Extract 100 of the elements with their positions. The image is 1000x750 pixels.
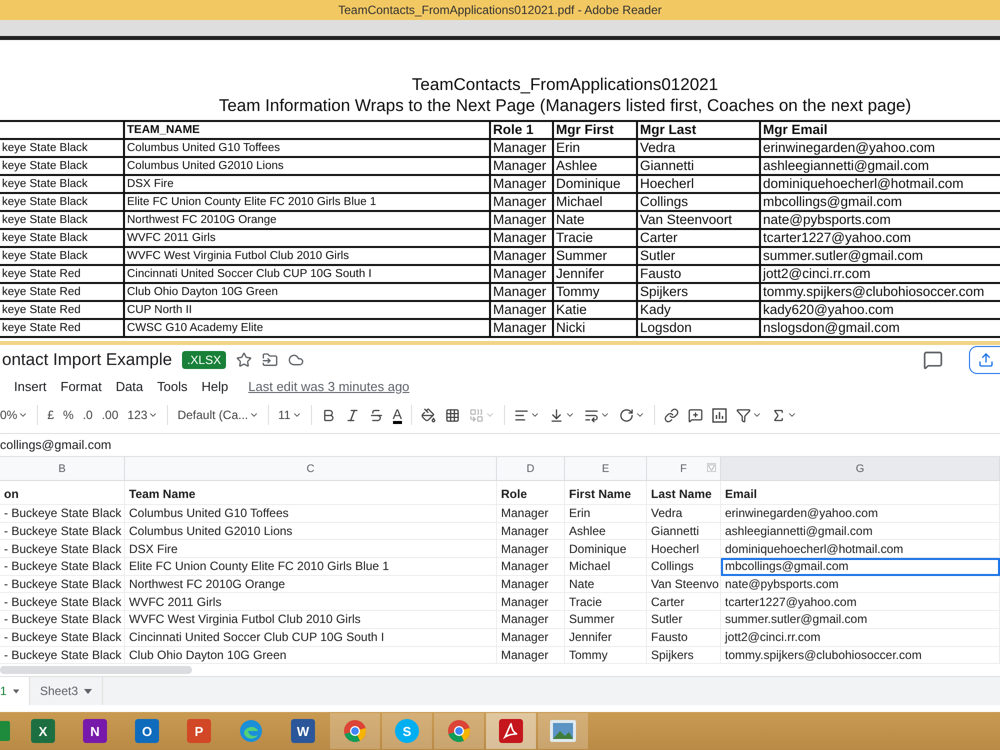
table-cell: tcarter1227@yahoo.com [721,593,1000,612]
table-cell: Van Steenvo [647,576,721,594]
toolbar-button[interactable]: 123 [127,408,158,422]
cloud-icon[interactable] [288,352,304,368]
table-cell: Spijkers [637,283,760,301]
table-cell: Vedra [637,139,760,157]
table-cell: dominiquehoecherl@hotmail.com [760,175,1000,193]
table-cell: CWSC G10 Academy Elite [124,319,490,337]
table-cell: Elite FC Union County Elite FC 2010 Girls Blue 1 [124,193,490,211]
header-cell: Last Name [647,481,721,505]
table-cell: Tommy [565,646,647,664]
paint-bucket-icon[interactable] [420,408,436,422]
table-cell: Manager [497,576,565,594]
photos-taskbar-icon[interactable] [538,713,588,749]
table-cell: Carter [647,593,721,612]
menu-item[interactable]: Help [202,378,228,394]
column-letter[interactable]: C [125,457,497,481]
chart-icon[interactable] [712,408,727,422]
text-color-button[interactable]: A [392,406,402,424]
table-cell: - Buckeye State Black [0,522,125,540]
last-edit-link[interactable]: Last edit was 3 minutes ago [248,378,410,394]
toolbar-button[interactable]: .00 [102,408,118,422]
table-cell: jott2@cinci.rr.com [760,265,1000,283]
table-cell: WVFC West Virginia Futbol Club 2010 Girls [124,247,490,265]
table-cell: - Buckeye State Black [0,593,125,612]
toolbar-dropdown[interactable] [736,408,762,422]
toolbar-button[interactable]: .0 [82,408,93,422]
table-cell: Cincinnati United Soccer Club CUP 10G South I [125,628,497,646]
toolbar-button[interactable]: Default (Ca... [177,408,260,422]
toolbar-dropdown[interactable] [584,408,610,422]
scrollbar-thumb[interactable] [0,666,192,674]
table-cell: Michael [565,558,647,576]
sheet-tab[interactable]: Sheet3 [30,677,104,706]
column-letter[interactable]: B [0,457,125,481]
table-cell: keye State Red [0,301,124,319]
table-cell: Manager [490,247,553,265]
menu-item[interactable]: Insert [14,378,47,394]
toolbar-dropdown[interactable] [514,408,540,422]
table-cell: kady620@yahoo.com [760,301,1000,319]
table-cell: Elite FC Union County Elite FC 2010 Girls Blue 1 [125,558,497,576]
table-cell: Manager [490,157,553,175]
link-icon[interactable] [664,408,679,422]
table-cell: Erin [553,139,637,157]
header-cell: Role [497,481,565,505]
table-cell: WVFC West Virginia Futbol Club 2010 Girls [125,611,497,629]
table-cell: Columbus United G10 Toffees [125,505,497,523]
borders-icon[interactable] [444,408,460,422]
table-cell: summer.sutler@gmail.com [721,611,1000,629]
table-cell: Carter [637,229,760,247]
table-cell: Nate [553,211,637,229]
table-cell: Ashlee [553,157,637,175]
table-cell: Katie [553,301,637,319]
toolbar-button[interactable]: % [63,408,74,422]
table-cell: Fausto [647,628,721,646]
table-cell: Nicki [553,319,637,337]
table-cell: Erin [565,505,647,523]
table-cell: Manager [490,139,553,157]
toolbar-dropdown[interactable] [618,408,645,422]
comments-icon[interactable] [923,350,943,370]
strikethrough-icon[interactable] [368,408,384,422]
document-title[interactable]: ontact Import Example [2,350,172,370]
italic-icon[interactable] [344,408,360,422]
table-cell: Manager [490,265,553,283]
table-cell: jott2@cinci.rr.com [721,628,1000,646]
table-cell: nate@pybsports.com [721,576,1000,594]
table-cell: erinwinegarden@yahoo.com [760,139,1000,157]
menu-item[interactable]: Tools [157,378,188,394]
toolbar-dropdown[interactable] [548,408,575,422]
toolbar-button[interactable]: £ [47,408,54,422]
table-cell: Manager [497,558,565,576]
toolbar-button[interactable]: 0% [0,408,28,422]
table-cell: keye State Black [0,211,124,229]
share-button[interactable] [969,346,1000,374]
table-cell: Dominique [553,175,637,193]
toolbar-button[interactable]: 11 [278,408,302,422]
vertical-align-icon [548,408,564,422]
column-letter[interactable]: G [721,457,1000,481]
header-cell: Team Name [125,481,497,505]
table-cell: WVFC 2011 Girls [124,229,490,247]
acrobat-taskbar-icon[interactable] [486,713,536,749]
move-folder-icon[interactable] [262,352,278,368]
table-cell: Sutler [637,247,760,265]
text-wrap-icon [584,408,599,422]
table-cell: keye State Black [0,193,124,211]
upload-icon [978,352,994,368]
menu-item[interactable]: Data [116,378,144,394]
table-cell: Manager [490,175,553,193]
menu-item[interactable]: Format [60,378,102,394]
filter-icon [736,408,751,422]
table-cell: Manager [497,505,565,523]
column-letter[interactable]: D [497,457,565,481]
add-comment-icon[interactable] [688,408,703,422]
table-cell: keye State Black [0,175,124,193]
table-cell: Michael [553,193,637,211]
formula-bar[interactable]: collings@gmail.com [0,433,1000,457]
sheet-tab[interactable]: 1 [0,677,30,706]
table-cell: ashleegiannetti@gmail.com [721,522,1000,540]
column-letter[interactable]: F [647,457,721,481]
star-icon[interactable] [236,352,252,368]
column-letter[interactable]: E [565,457,647,481]
